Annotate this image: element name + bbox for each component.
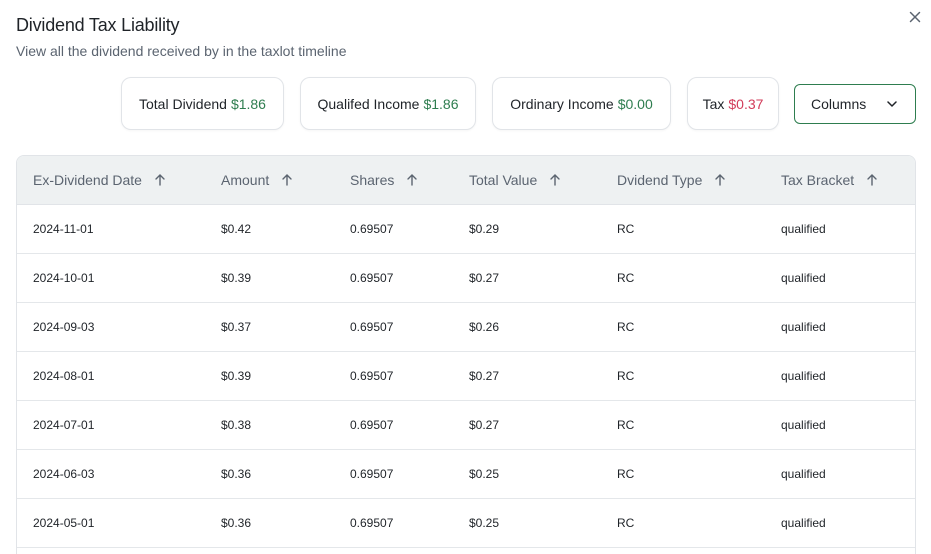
table-cell: $0.25	[469, 467, 500, 481]
close-icon[interactable]	[906, 8, 924, 26]
table-cell: $0.29	[469, 222, 500, 236]
table-row[interactable]: 2024-11-01 $0.42 0.69507 $0.29 RC qualified	[17, 205, 915, 254]
total-dividend-value: $1.86	[230, 95, 266, 112]
table-cell: $0.39	[221, 271, 252, 285]
table-row[interactable]: 2024-09-03 $0.37 0.69507 $0.26 RC qualified	[17, 303, 915, 352]
table-cell: RC	[617, 320, 635, 334]
columns-button[interactable]: Columns	[794, 84, 916, 124]
table-cell: qualified	[781, 467, 826, 481]
column-header[interactable]: Dvidend Type	[617, 156, 726, 204]
column-header[interactable]: Ex-Dividend Date	[33, 156, 166, 204]
arrow-up-icon[interactable]	[549, 173, 561, 187]
arrow-up-icon[interactable]	[154, 173, 166, 187]
table-cell: 2024-08-01	[33, 369, 95, 383]
table-cell: $0.36	[221, 467, 252, 481]
column-header-label: Tax Bracket	[781, 172, 855, 188]
chevron-down-icon	[885, 97, 899, 111]
arrow-up-icon[interactable]	[866, 173, 878, 187]
dialog-title: Dividend Tax Liability	[16, 15, 180, 35]
table-cell: RC	[617, 222, 635, 236]
table-cell: 0.69507	[350, 516, 394, 530]
total-dividend-label: Total Dividend	[139, 95, 227, 112]
columns-button-label: Columns	[811, 96, 867, 112]
table-cell: RC	[617, 467, 635, 481]
ordinary-income-card: Ordinary Income $0.00	[492, 77, 671, 130]
table-cell: 2024-10-01	[33, 271, 95, 285]
table-cell: qualified	[781, 222, 826, 236]
table-cell: 2024-11-01	[33, 222, 94, 236]
table-row[interactable]: 2024-05-01 $0.36 0.69507 $0.25 RC qualified	[17, 499, 915, 548]
table-cell: 2024-07-01	[33, 418, 95, 432]
qualified-income-value: $1.86	[423, 95, 459, 112]
table-row[interactable]: 2024-07-01 $0.38 0.69507 $0.27 RC qualified	[17, 401, 915, 450]
table-cell: 0.69507	[350, 369, 394, 383]
dialog-subtitle: View all the dividend received by in the…	[16, 43, 347, 59]
column-header[interactable]: Amount	[221, 156, 293, 204]
table-cell: qualified	[781, 516, 826, 530]
table-cell: $0.36	[221, 516, 252, 530]
ordinary-income-value: $0.00	[617, 95, 653, 112]
table-cell: $0.26	[469, 320, 500, 334]
table-cell: $0.27	[469, 418, 500, 432]
arrow-up-icon[interactable]	[406, 173, 418, 187]
column-header[interactable]: Tax Bracket	[781, 156, 878, 204]
tax-value: $0.37	[728, 95, 764, 112]
table-header: Ex-Dividend Date Amount Shares Total Value D…	[17, 156, 915, 205]
table-body: 2024-11-01 $0.42 0.69507 $0.29 RC qualified 20…	[17, 205, 915, 548]
column-header-label: Ex-Dividend Date	[33, 172, 142, 188]
table-row[interactable]: 2024-10-01 $0.39 0.69507 $0.27 RC qualified	[17, 254, 915, 303]
table-cell: 2024-06-03	[33, 467, 95, 481]
table-cell: $0.27	[469, 271, 500, 285]
table-cell: RC	[617, 271, 635, 285]
table-cell: 2024-09-03	[33, 320, 95, 334]
table-row[interactable]: 2024-06-03 $0.36 0.69507 $0.25 RC qualified	[17, 450, 915, 499]
table-cell: $0.39	[221, 369, 252, 383]
column-header[interactable]: Shares	[350, 156, 418, 204]
table-cell: qualified	[781, 418, 826, 432]
arrow-up-icon[interactable]	[714, 173, 726, 187]
table-cell: 0.69507	[350, 418, 394, 432]
table-cell: RC	[617, 369, 635, 383]
table-cell: 0.69507	[350, 467, 394, 481]
qualified-income-card: Qualifed Income $1.86	[300, 77, 476, 130]
table-cell: $0.27	[469, 369, 500, 383]
tax-card: Tax $0.37	[687, 77, 779, 130]
column-header-label: Shares	[350, 172, 395, 188]
table-cell: RC	[617, 418, 635, 432]
column-header-label: Total Value	[469, 172, 538, 188]
table-cell: qualified	[781, 320, 826, 334]
dividend-tax-dialog: Dividend Tax Liability View all the divi…	[0, 0, 931, 554]
column-header[interactable]: Total Value	[469, 156, 561, 204]
qualified-income-label: Qualifed Income	[317, 95, 420, 112]
table-cell: 0.69507	[350, 320, 394, 334]
table-cell: $0.25	[469, 516, 500, 530]
ordinary-income-label: Ordinary Income	[510, 95, 614, 112]
table-cell: $0.37	[221, 320, 252, 334]
column-header-label: Dvidend Type	[617, 172, 703, 188]
arrow-up-icon[interactable]	[281, 173, 293, 187]
table-cell: $0.42	[221, 222, 252, 236]
table-cell: 2024-05-01	[33, 516, 95, 530]
total-dividend-card: Total Dividend $1.86	[121, 77, 284, 130]
table-cell: qualified	[781, 369, 826, 383]
table-cell: 0.69507	[350, 222, 394, 236]
dividend-table: Ex-Dividend Date Amount Shares Total Value D…	[16, 155, 916, 554]
tax-label: Tax	[702, 95, 725, 112]
table-cell: 0.69507	[350, 271, 394, 285]
column-header-label: Amount	[221, 172, 270, 188]
table-cell: $0.38	[221, 418, 252, 432]
table-cell: qualified	[781, 271, 826, 285]
table-row[interactable]: 2024-08-01 $0.39 0.69507 $0.27 RC qualified	[17, 352, 915, 401]
table-cell: RC	[617, 516, 635, 530]
